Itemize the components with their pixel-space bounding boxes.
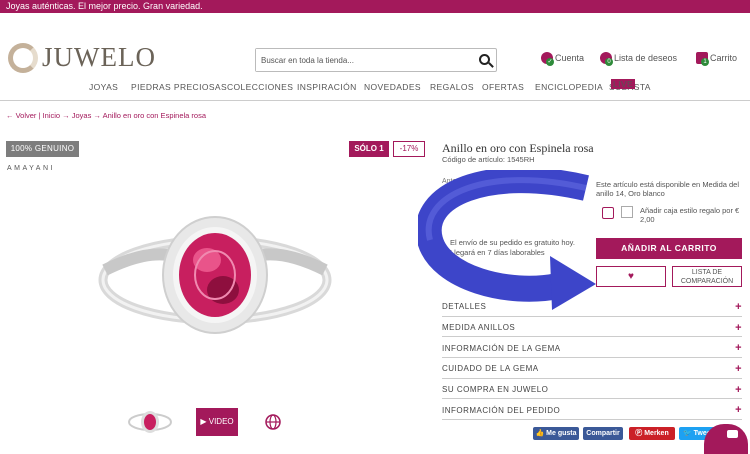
- nav-item-enciclopedia[interactable]: ENCICLOPEDIA: [535, 82, 603, 92]
- curved-arrow-overlay: [418, 170, 596, 310]
- accordion-label: MEDIDA ANILLOS: [442, 323, 516, 333]
- breadcrumb-arrow: →: [60, 111, 72, 120]
- live-badge: LIVE: [611, 79, 636, 89]
- nav-item-piedras[interactable]: PIEDRAS PRECIOSAS: [131, 82, 227, 92]
- nav-divider: [0, 100, 750, 101]
- plus-icon: +: [735, 383, 742, 396]
- plus-icon: +: [735, 404, 742, 417]
- breadcrumb: ← Volver | Inicio → Joyas → Anillo en or…: [6, 111, 206, 120]
- plus-icon: +: [735, 362, 742, 375]
- video-button[interactable]: ▶ VIDEO: [196, 408, 238, 436]
- accordion-label: INFORMACIÓN DEL PEDIDO: [442, 405, 561, 415]
- share-button[interactable]: Compartir: [583, 427, 623, 440]
- plus-icon: +: [735, 342, 742, 355]
- top-promo-bar: Joyas auténticas. El mejor precio. Gran …: [0, 0, 750, 13]
- logo[interactable]: JUWELO: [8, 42, 156, 73]
- cart-label: Carrito: [710, 53, 738, 63]
- add-to-wishlist-button[interactable]: ♥: [596, 266, 666, 287]
- chat-icon: [727, 430, 738, 438]
- accordion-detalles[interactable]: DETALLES +: [442, 296, 742, 317]
- twitter-icon: 🐦: [683, 430, 694, 437]
- product-title: Anillo en oro con Espinela rosa: [442, 141, 594, 155]
- gift-box-label: Añadir caja estilo regalo por € 2,00: [640, 206, 740, 224]
- breadcrumb-back[interactable]: ← Volver: [6, 111, 36, 120]
- wishlist-count: 0: [605, 58, 613, 66]
- accordion-medida[interactable]: MEDIDA ANILLOS +: [442, 317, 742, 338]
- thumbnail-ring[interactable]: [127, 408, 173, 436]
- site-header: JUWELO ✓ Cuenta 0 Lista de deseos 1 Carr…: [0, 13, 750, 73]
- breadcrumb-arrow: →: [91, 111, 103, 120]
- pinterest-icon: Ⓟ: [635, 430, 645, 437]
- account-label: Cuenta: [555, 53, 585, 63]
- globe-360-icon[interactable]: [265, 414, 281, 430]
- breadcrumb-home[interactable]: Inicio: [43, 111, 61, 120]
- accordion-cuidado[interactable]: CUIDADO DE LA GEMA +: [442, 358, 742, 379]
- gift-box-checkbox[interactable]: [621, 206, 633, 218]
- pinterest-button[interactable]: Ⓟ Merken: [629, 427, 675, 440]
- plus-icon: +: [735, 300, 742, 313]
- search-box: [255, 48, 497, 72]
- product-image[interactable]: [95, 200, 335, 370]
- chat-widget[interactable]: [704, 424, 748, 454]
- logo-ring-icon: [8, 42, 38, 73]
- accordion-label: DETALLES: [442, 302, 487, 312]
- product-code: Código de artículo: 1545RH: [442, 155, 535, 164]
- play-icon: ▶: [200, 417, 209, 426]
- account-link[interactable]: ✓ Cuenta: [541, 52, 585, 66]
- accordion-label: SU COMPRA EN JUWELO: [442, 385, 549, 395]
- heart-icon: ♥: [628, 271, 634, 282]
- breadcrumb-current: Anillo en oro con Espinela rosa: [102, 111, 207, 120]
- cart-count: 1: [701, 58, 709, 66]
- promo-text: Joyas auténticas. El mejor precio. Gran …: [6, 1, 203, 11]
- nav-item-novedades[interactable]: NOVEDADES: [364, 82, 421, 92]
- genuine-badge: 100% GENUINO: [6, 141, 79, 157]
- accordion-label: INFORMACIÓN DE LA GEMA: [442, 343, 561, 353]
- gift-box-icon: [602, 207, 614, 219]
- cart-icon: 1: [696, 52, 709, 66]
- discount-badge: -17%: [393, 141, 425, 157]
- add-to-cart-button[interactable]: AÑADIR AL CARRITO: [596, 238, 742, 259]
- cart-link[interactable]: 1 Carrito: [696, 52, 738, 66]
- nav-item-regalos[interactable]: REGALOS: [430, 82, 474, 92]
- pinterest-label: Merken: [644, 430, 669, 437]
- nav-item-joyas[interactable]: JOYAS: [89, 82, 118, 92]
- facebook-like-label: Me gusta: [546, 430, 577, 437]
- heart-icon: 0: [600, 52, 613, 66]
- nav-item-colecciones[interactable]: COLECCIONES: [227, 82, 293, 92]
- search-input[interactable]: [256, 49, 466, 71]
- nav-item-inspiracion[interactable]: INSPIRACIÓN: [297, 82, 357, 92]
- account-icon: ✓: [541, 52, 554, 66]
- product-accordion: DETALLES + MEDIDA ANILLOS + INFORMACIÓN DE…: [442, 296, 742, 421]
- thumbs-up-icon: 👍: [535, 430, 547, 437]
- plus-icon: +: [735, 321, 742, 334]
- brand-name: AMAYANI: [7, 165, 55, 172]
- compare-button[interactable]: LISTA DE COMPARACIÓN: [672, 266, 742, 287]
- breadcrumb-joyas[interactable]: Joyas: [72, 111, 92, 120]
- accordion-pedido[interactable]: INFORMACIÓN DEL PEDIDO +: [442, 399, 742, 421]
- wishlist-label: Lista de deseos: [614, 53, 678, 63]
- availability-text: Este artículo está disponible en Medida …: [596, 180, 740, 198]
- stock-badge: SÓLO 1: [349, 141, 389, 157]
- search-icon[interactable]: [479, 54, 490, 65]
- video-label: VIDEO: [208, 417, 234, 426]
- accordion-label: CUIDADO DE LA GEMA: [442, 364, 539, 374]
- facebook-like-button[interactable]: 👍 Me gusta: [533, 427, 579, 440]
- nav-item-ofertas[interactable]: OFERTAS: [482, 82, 524, 92]
- accordion-info-gema[interactable]: INFORMACIÓN DE LA GEMA +: [442, 337, 742, 359]
- wishlist-link[interactable]: 0 Lista de deseos: [600, 52, 678, 66]
- accordion-compra[interactable]: SU COMPRA EN JUWELO +: [442, 379, 742, 400]
- main-nav: JOYAS PIEDRAS PRECIOSAS COLECCIONES INSP…: [0, 79, 750, 94]
- logo-text: JUWELO: [42, 42, 156, 72]
